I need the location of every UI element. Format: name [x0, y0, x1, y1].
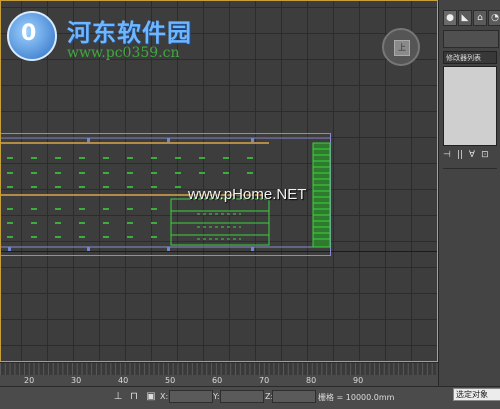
tick-label: 40: [118, 376, 129, 385]
perspective-viewport[interactable]: 上 0 河东软件园 www.pc0359.cn www.pHome.NET: [0, 0, 438, 362]
status-bar: ⊥ ⊓ ▣ X: Y: Z: 栅格 = 10000.0mm 选定对象: [0, 386, 500, 409]
grid-size-readout: 栅格 = 10000.0mm: [318, 393, 395, 402]
site-watermark: 0 河东软件园 www.pc0359.cn: [7, 11, 257, 71]
configure-sets-icon[interactable]: ⊡: [481, 150, 489, 162]
stage-block: [170, 198, 270, 246]
modifier-list-dropdown[interactable]: 修改器列表: [443, 51, 497, 64]
y-coord-field[interactable]: [220, 390, 264, 403]
seat-rows-lower: [7, 208, 157, 238]
tab-modify[interactable]: ◣: [458, 10, 472, 26]
site-url: www.pc0359.cn: [67, 45, 180, 61]
panel-divider: [443, 168, 497, 169]
seat-rows-upper: [7, 157, 253, 188]
x-coord-label: X:: [160, 392, 169, 401]
stack-toolbar: ⊣ || ∀ ⊡: [443, 150, 497, 162]
overlay-watermark: www.pHome.NET: [188, 186, 307, 203]
tick-label: 90: [353, 376, 364, 385]
modifier-stack[interactable]: [443, 66, 497, 146]
z-coord-field[interactable]: [272, 390, 316, 403]
tick-label: 70: [259, 376, 270, 385]
tick-label: 60: [212, 376, 223, 385]
pin-icon[interactable]: ⊥: [112, 391, 124, 403]
make-unique-icon[interactable]: ∀: [469, 150, 475, 162]
site-logo-icon: 0: [7, 11, 57, 61]
command-panel: ● ◣ ⌂ ◔ 修改器列表 ⊣ || ∀ ⊡: [438, 0, 500, 386]
timeline-ruler[interactable]: [0, 363, 438, 375]
site-logo-letter: 0: [21, 21, 37, 46]
absolute-mode-icon[interactable]: ▣: [145, 391, 157, 403]
tick-label: 80: [306, 376, 317, 385]
tab-create[interactable]: ●: [443, 10, 457, 26]
lock-icon[interactable]: ⊓: [128, 391, 140, 403]
tab-motion[interactable]: ◔: [488, 10, 500, 26]
object-name-field[interactable]: [443, 30, 499, 48]
track-bar[interactable]: 20 30 40 50 60 70 80 90: [0, 362, 438, 387]
tick-label: 50: [165, 376, 176, 385]
tick-label: 30: [71, 376, 82, 385]
pin-stack-icon[interactable]: ⊣: [443, 150, 451, 162]
show-end-result-icon[interactable]: ||: [457, 150, 463, 162]
key-filter-dropdown[interactable]: 选定对象: [453, 388, 500, 401]
x-coord-field[interactable]: [169, 390, 213, 403]
end-hatch-block: [312, 142, 331, 248]
command-panel-tabs: ● ◣ ⌂ ◔: [439, 10, 500, 28]
viewcube-face-label[interactable]: 上: [394, 40, 410, 56]
tick-label: 20: [24, 376, 35, 385]
tab-hierarchy[interactable]: ⌂: [473, 10, 487, 26]
site-title: 河东软件园: [67, 18, 192, 47]
viewcube-navigator[interactable]: 上: [382, 28, 420, 66]
y-coord-label: Y:: [213, 392, 220, 401]
